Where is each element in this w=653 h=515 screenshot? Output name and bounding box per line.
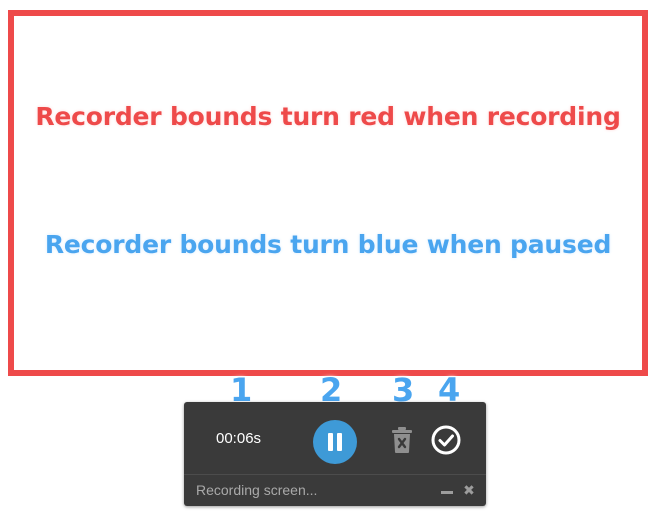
- status-text: Recording screen...: [196, 482, 318, 498]
- paused-caption: Recorder bounds turn blue when paused: [44, 230, 612, 259]
- recording-timer: 00:06s: [216, 430, 262, 447]
- recording-caption: Recorder bounds turn red when recording: [35, 102, 621, 131]
- close-icon: ✖: [463, 483, 475, 499]
- trash-icon: [392, 427, 412, 453]
- discard-button[interactable]: [390, 426, 414, 454]
- pause-button[interactable]: [313, 420, 357, 464]
- done-button[interactable]: [430, 424, 462, 456]
- minimize-button[interactable]: [440, 484, 454, 498]
- recorder-toolbar: 00:06s Recording screen... ✖: [184, 402, 486, 506]
- close-button[interactable]: ✖: [462, 484, 476, 498]
- toolbar-divider: [184, 474, 486, 475]
- recorder-stage: Recorder bounds turn red when recording …: [0, 0, 653, 515]
- check-circle-icon: [431, 425, 461, 455]
- recorder-bounds: Recorder bounds turn red when recording …: [8, 10, 648, 376]
